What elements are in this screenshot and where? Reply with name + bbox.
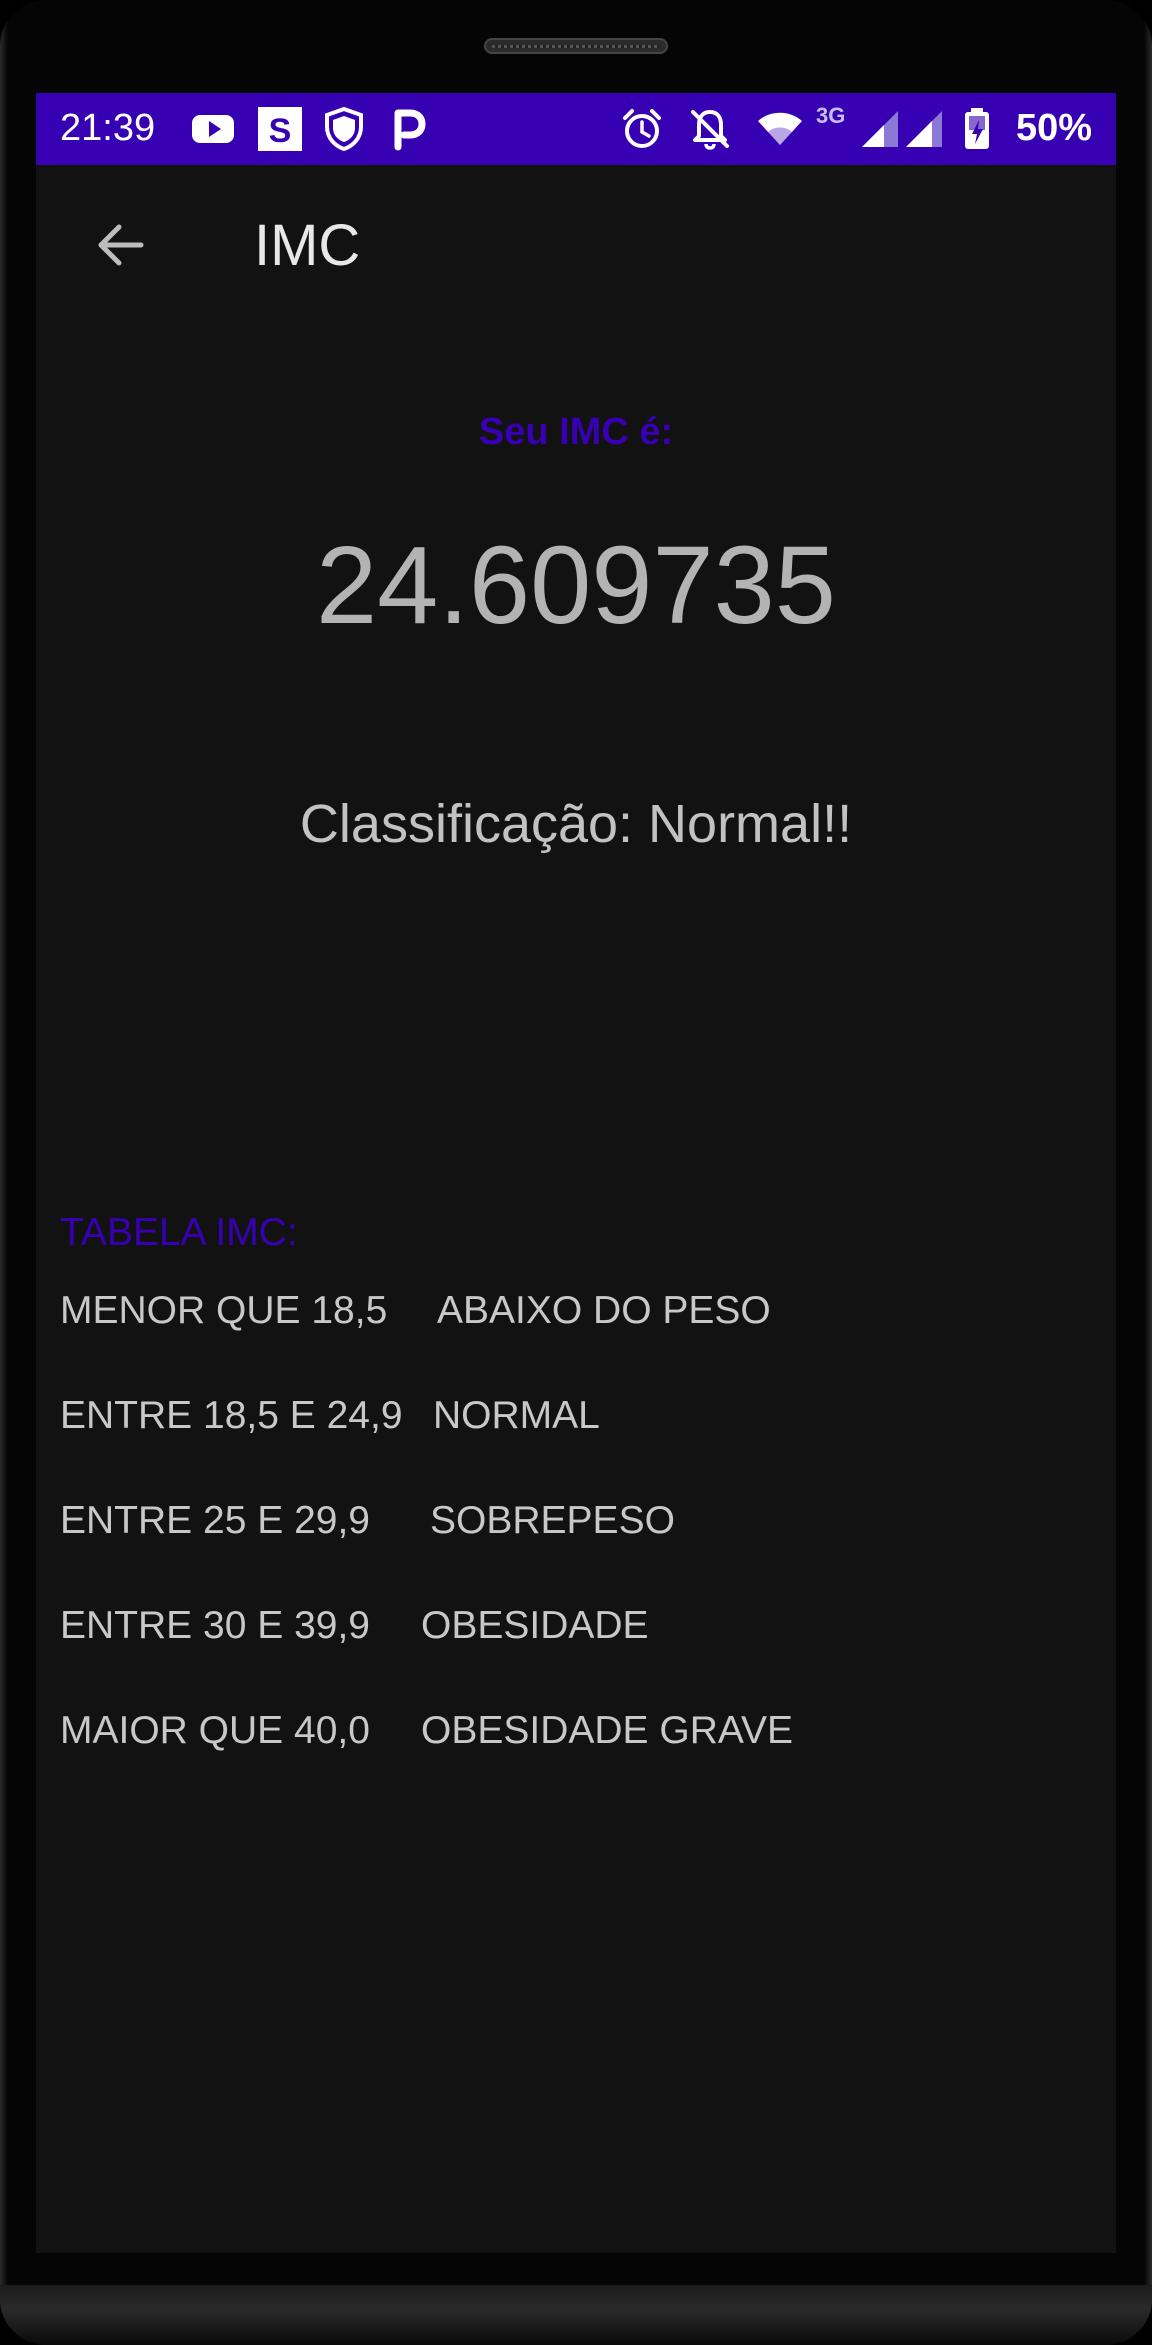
- back-button[interactable]: [80, 205, 160, 285]
- range-cell: MENOR QUE 18,5: [60, 1289, 388, 1332]
- app-screen: 21:39 S 3G 50% IMC Seu IMC é: 24.609735 …: [36, 93, 1116, 2253]
- battery-icon: [965, 108, 989, 149]
- phone-bottom-bezel: [0, 2285, 1152, 2345]
- phone-edge-left: [0, 0, 8, 2345]
- category-cell: OBESIDADE GRAVE: [421, 1709, 794, 1752]
- signal-icon: [906, 111, 942, 147]
- p-app-icon: [394, 109, 426, 151]
- category-cell: NORMAL: [433, 1394, 600, 1437]
- result-label: Seu IMC é:: [478, 411, 674, 453]
- category-cell: OBESIDADE: [421, 1604, 649, 1647]
- svg-text:S: S: [269, 112, 292, 150]
- page-title: IMC: [254, 213, 361, 278]
- range-cell: ENTRE 18,5 E 24,9: [60, 1394, 403, 1437]
- table-row: ENTRE 25 E 29,9 SOBREPESO: [60, 1499, 1060, 1559]
- youtube-icon: [192, 115, 234, 143]
- alarm-icon: [623, 109, 661, 148]
- phone-frame: 21:39 S 3G 50% IMC Seu IMC é: 24.609735 …: [0, 0, 1152, 2345]
- app-toolbar: IMC: [36, 165, 1116, 335]
- shield-icon: [325, 107, 363, 151]
- table-row: ENTRE 18,5 E 24,9 NORMAL: [60, 1394, 1060, 1454]
- range-cell: MAIOR QUE 40,0: [60, 1709, 370, 1752]
- status-time: 21:39: [60, 107, 156, 149]
- status-bar: 21:39 S 3G 50%: [36, 93, 1116, 165]
- range-cell: ENTRE 25 E 29,9: [60, 1499, 370, 1542]
- wifi-icon: [758, 112, 802, 145]
- table-row: MAIOR QUE 40,0 OBESIDADE GRAVE: [60, 1709, 1060, 1769]
- speaker-grill: [492, 45, 660, 48]
- table-row: ENTRE 30 E 39,9 OBESIDADE: [60, 1604, 1060, 1664]
- signal-3g-icon: [862, 111, 898, 147]
- battery-percentage: 50%: [1015, 107, 1092, 149]
- category-cell: SOBREPESO: [430, 1499, 675, 1542]
- earpiece-speaker: [484, 38, 668, 54]
- notifications-off-icon: [691, 110, 729, 150]
- network-type-label: 3G: [816, 103, 846, 128]
- phone-edge-right: [1144, 0, 1152, 2345]
- classification-text: Classificação: Normal!!: [299, 794, 853, 854]
- arrow-back-icon: [98, 224, 144, 266]
- imc-value: 24.609735: [316, 524, 836, 647]
- category-cell: ABAIXO DO PESO: [437, 1289, 771, 1332]
- range-cell: ENTRE 30 E 39,9: [60, 1604, 370, 1647]
- table-row: MENOR QUE 18,5 ABAIXO DO PESO: [60, 1289, 1060, 1349]
- table-title: TABELA IMC:: [60, 1211, 298, 1254]
- s-app-icon: S: [258, 107, 302, 151]
